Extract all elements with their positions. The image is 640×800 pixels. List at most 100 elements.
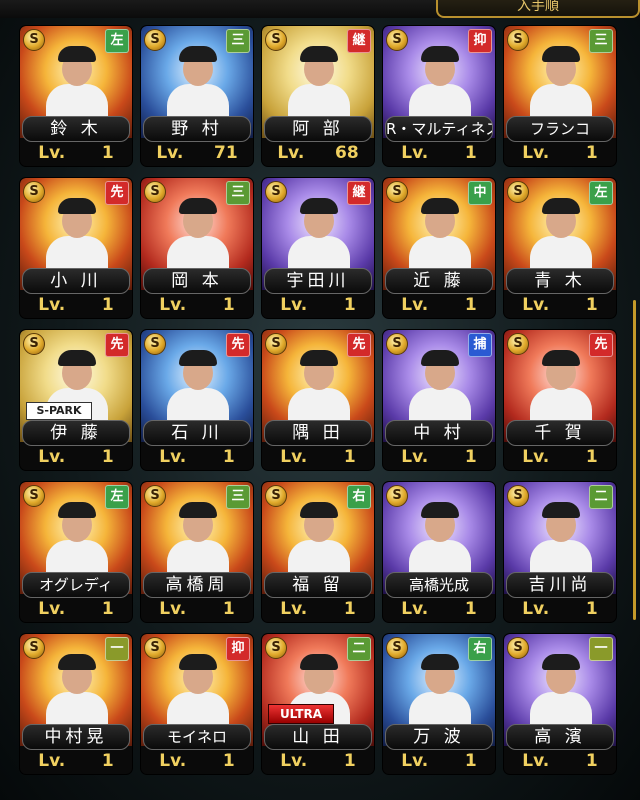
player-level: Lv. 1 (262, 446, 374, 468)
player-level: Lv. 1 (262, 294, 374, 316)
player-level: Lv. 1 (504, 446, 616, 468)
position-badge: 中 (468, 181, 492, 205)
player-card-grid: S 左 鈴 木 Lv. 1 S 三 野 村 Lv. 71 S 継 阿 部 Lv. (20, 26, 616, 774)
level-value: 1 (343, 751, 356, 771)
position-badge: 右 (468, 637, 492, 661)
scrollbar[interactable] (633, 300, 636, 620)
player-level: Lv. 1 (20, 294, 132, 316)
level-label: Lv. (401, 751, 429, 771)
level-label: Lv. (277, 143, 305, 163)
player-name: フランコ (506, 116, 614, 142)
s-rank-coin-icon: S (144, 485, 166, 507)
top-bar: 入手順 (0, 0, 640, 18)
player-name: 岡 本 (143, 268, 251, 294)
level-label: Lv. (38, 295, 66, 315)
player-card[interactable]: S 二 吉川尚 Lv. 1 (504, 482, 616, 622)
level-label: Lv. (159, 295, 187, 315)
s-rank-coin-icon: S (23, 637, 45, 659)
level-value: 1 (343, 447, 356, 467)
player-card[interactable]: S 三 高橋周 Lv. 1 (141, 482, 253, 622)
player-card[interactable]: S 三 フランコ Lv. 1 (504, 26, 616, 166)
level-label: Lv. (159, 751, 187, 771)
level-label: Lv. (280, 599, 308, 619)
player-card[interactable]: S 先 伊 藤 Lv. 1 S-PARK (20, 330, 132, 470)
level-value: 1 (222, 751, 235, 771)
player-name: オグレディ (22, 572, 130, 598)
player-card[interactable]: S 三 岡 本 Lv. 1 (141, 178, 253, 318)
s-rank-coin-icon: S (265, 181, 287, 203)
player-card[interactable]: S 先 隅 田 Lv. 1 (262, 330, 374, 470)
position-badge: 先 (105, 333, 129, 357)
player-card[interactable]: S 中 近 藤 Lv. 1 (383, 178, 495, 318)
player-card[interactable]: S 継 宇田川 Lv. 1 (262, 178, 374, 318)
player-card[interactable]: S 抑 R・マルティネス Lv. 1 (383, 26, 495, 166)
player-level: Lv. 1 (504, 750, 616, 772)
player-name: 小 川 (22, 268, 130, 294)
player-name: 万 波 (385, 724, 493, 750)
level-label: Lv. (522, 295, 550, 315)
player-name: 吉川尚 (506, 572, 614, 598)
player-name: R・マルティネス (385, 116, 493, 142)
player-card[interactable]: S 一 高 濱 Lv. 1 (504, 634, 616, 774)
player-name: 千 賀 (506, 420, 614, 446)
level-value: 1 (464, 295, 477, 315)
level-label: Lv. (156, 143, 184, 163)
s-rank-coin-icon: S (507, 637, 529, 659)
player-card[interactable]: S 三 野 村 Lv. 71 (141, 26, 253, 166)
level-label: Lv. (401, 447, 429, 467)
level-label: Lv. (401, 143, 429, 163)
position-badge: 左 (105, 29, 129, 53)
s-rank-coin-icon: S (265, 29, 287, 51)
s-rank-coin-icon: S (23, 485, 45, 507)
level-value: 68 (334, 143, 359, 163)
s-rank-coin-icon: S (507, 29, 529, 51)
s-rank-coin-icon: S (144, 181, 166, 203)
player-card[interactable]: S 右 福 留 Lv. 1 (262, 482, 374, 622)
level-label: Lv. (38, 599, 66, 619)
s-rank-coin-icon: S (386, 29, 408, 51)
level-label: Lv. (159, 447, 187, 467)
player-card[interactable]: S 左 鈴 木 Lv. 1 (20, 26, 132, 166)
player-level: Lv. 1 (383, 750, 495, 772)
player-card[interactable]: S 右 万 波 Lv. 1 (383, 634, 495, 774)
player-card[interactable]: S 一 中村晃 Lv. 1 (20, 634, 132, 774)
player-card[interactable]: S 抑 モイネロ Lv. 1 (141, 634, 253, 774)
player-card[interactable]: S 左 青 木 Lv. 1 (504, 178, 616, 318)
player-level: Lv. 1 (141, 750, 253, 772)
player-card[interactable]: S 先 千 賀 Lv. 1 (504, 330, 616, 470)
level-label: Lv. (401, 599, 429, 619)
level-label: Lv. (401, 295, 429, 315)
player-card[interactable]: S 高橋光成 Lv. 1 (383, 482, 495, 622)
s-rank-coin-icon: S (507, 181, 529, 203)
player-name: 宇田川 (264, 268, 372, 294)
level-label: Lv. (280, 751, 308, 771)
player-card[interactable]: S 捕 中 村 Lv. 1 (383, 330, 495, 470)
player-level: Lv. 1 (141, 598, 253, 620)
position-badge: 三 (226, 29, 250, 53)
player-card[interactable]: S 二 山 田 Lv. 1 ULTRA (262, 634, 374, 774)
s-rank-coin-icon: S (507, 485, 529, 507)
player-card[interactable]: S 継 阿 部 Lv. 68 (262, 26, 374, 166)
level-value: 1 (585, 447, 598, 467)
player-level: Lv. 1 (383, 446, 495, 468)
level-value: 1 (585, 295, 598, 315)
s-rank-coin-icon: S (144, 333, 166, 355)
player-level: Lv. 1 (141, 446, 253, 468)
position-badge: 三 (589, 29, 613, 53)
level-label: Lv. (38, 143, 66, 163)
player-level: Lv. 1 (262, 750, 374, 772)
player-name: 高 濱 (506, 724, 614, 750)
level-value: 1 (101, 295, 114, 315)
player-card[interactable]: S 左 オグレディ Lv. 1 (20, 482, 132, 622)
s-rank-coin-icon: S (386, 485, 408, 507)
s-rank-coin-icon: S (386, 637, 408, 659)
player-name: 高橋光成 (385, 572, 493, 598)
position-badge: 先 (589, 333, 613, 357)
player-name: 鈴 木 (22, 116, 130, 142)
player-card[interactable]: S 先 石 川 Lv. 1 (141, 330, 253, 470)
position-badge: 一 (105, 637, 129, 661)
level-value: 1 (343, 295, 356, 315)
s-rank-coin-icon: S (507, 333, 529, 355)
player-card[interactable]: S 先 小 川 Lv. 1 (20, 178, 132, 318)
sort-order-button[interactable]: 入手順 (436, 0, 640, 18)
